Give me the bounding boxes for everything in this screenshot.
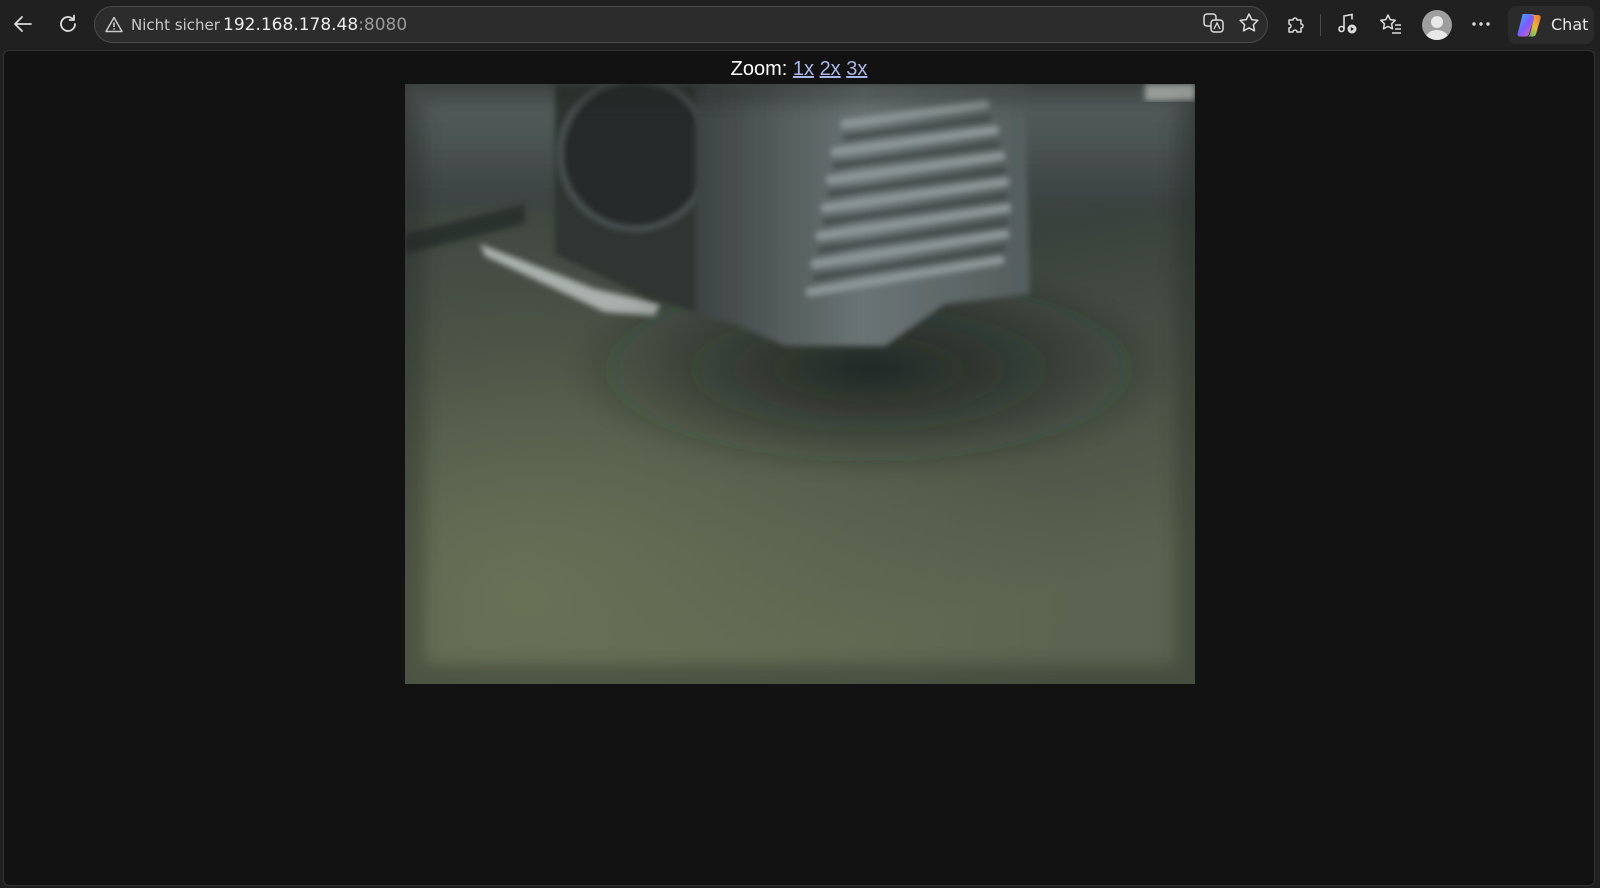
url-port: :8080: [358, 15, 408, 35]
more-menu-button[interactable]: [1463, 6, 1499, 42]
camera-stream-image: [385, 64, 1215, 704]
camera-frame: [385, 64, 1215, 704]
favorites-list-icon: [1379, 13, 1403, 35]
translate-icon: [1202, 12, 1226, 39]
puzzle-icon: [1285, 13, 1307, 35]
favorite-button[interactable]: [1236, 12, 1262, 38]
zoom-1x-link[interactable]: 1x: [793, 58, 814, 80]
media-control-button[interactable]: [1329, 6, 1365, 42]
url-host: 192.168.178.48: [223, 15, 359, 35]
more-dots-icon: [1470, 21, 1492, 27]
browser-toolbar: Nicht sicher 192.168.178.48:8080 Chat: [0, 0, 1600, 50]
reload-icon: [57, 13, 79, 35]
zoom-controls: Zoom: 1x 2x 3x: [4, 58, 1594, 81]
zoom-3x-link[interactable]: 3x: [846, 58, 867, 80]
page-viewport: Zoom: 1x 2x 3x: [3, 50, 1595, 886]
copilot-logo-icon: [1516, 12, 1544, 43]
profile-avatar-icon: [1422, 16, 1452, 40]
zoom-2x-link[interactable]: 2x: [820, 58, 841, 80]
extensions-button[interactable]: [1278, 6, 1314, 42]
translate-button[interactable]: [1201, 12, 1227, 38]
warning-triangle-icon[interactable]: [105, 16, 123, 38]
security-status-label[interactable]: Nicht sicher: [131, 16, 220, 34]
zoom-label: Zoom:: [730, 58, 788, 80]
profile-button[interactable]: [1422, 10, 1452, 40]
favorites-button[interactable]: [1373, 6, 1409, 42]
back-button[interactable]: [5, 6, 41, 42]
music-note-icon: [1335, 12, 1359, 36]
copilot-chat-button[interactable]: Chat: [1508, 6, 1594, 44]
toolbar-divider: [1320, 14, 1321, 36]
chat-label: Chat: [1551, 15, 1589, 34]
star-icon: [1238, 12, 1260, 39]
back-arrow-icon: [12, 13, 34, 35]
address-bar[interactable]: Nicht sicher 192.168.178.48:8080: [94, 6, 1268, 43]
reload-button[interactable]: [50, 6, 86, 42]
url-text[interactable]: 192.168.178.48:8080: [223, 15, 407, 35]
